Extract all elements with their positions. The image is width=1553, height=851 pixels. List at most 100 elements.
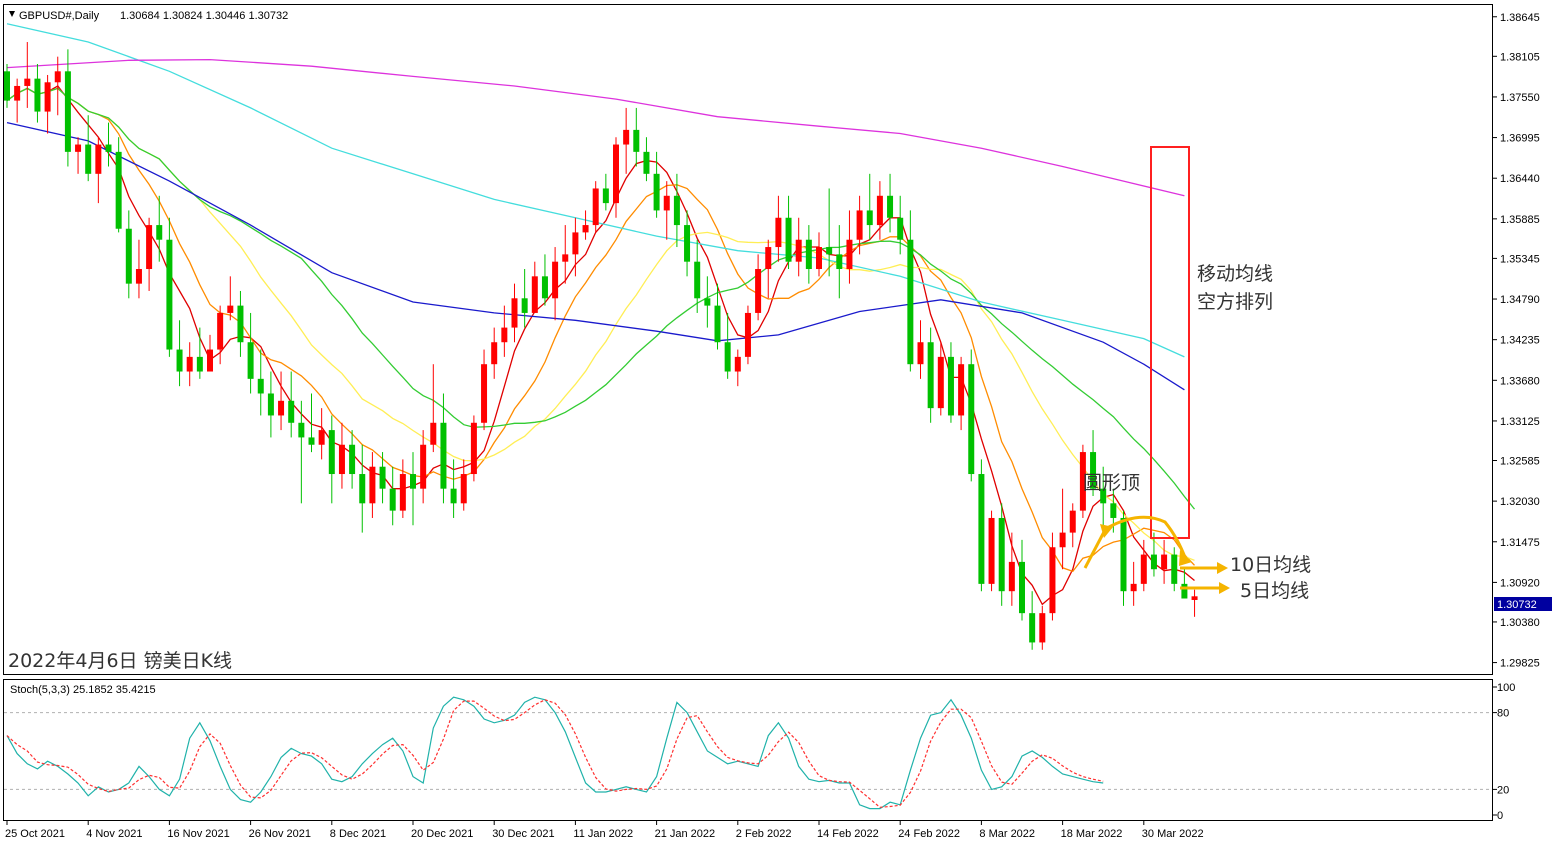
candle-body <box>369 466 376 504</box>
candle-body <box>338 444 345 475</box>
candle-body <box>623 129 630 145</box>
candle-body <box>288 400 295 423</box>
candle-body <box>643 151 650 174</box>
current-price-label: 1.30732 <box>1497 599 1537 611</box>
candle-body <box>937 356 944 409</box>
x-tick-label: 2 Feb 2022 <box>736 828 792 840</box>
candle-body <box>95 144 102 174</box>
candle <box>744 305 751 365</box>
candle-body <box>866 210 873 226</box>
candle-body <box>278 400 285 416</box>
y-tick-label: 1.32585 <box>1500 455 1540 467</box>
candle-body <box>1130 583 1137 592</box>
candle-body <box>135 269 142 284</box>
y-tick-label: 1.32030 <box>1500 496 1540 508</box>
chart-caption: 2022年4月6日 镑美日K线 <box>8 650 232 672</box>
candle-body <box>511 298 518 328</box>
stoch-tick-label: 0 <box>1497 810 1503 822</box>
candle-body <box>846 239 853 270</box>
x-tick-label: 11 Jan 2022 <box>573 828 633 840</box>
candle-body <box>673 195 680 226</box>
candle-body <box>196 356 203 372</box>
candle-body <box>1171 554 1178 584</box>
candle-body <box>1049 547 1056 614</box>
candle-body <box>207 349 213 372</box>
y-tick-label: 1.33125 <box>1500 416 1540 428</box>
candle-body <box>613 144 619 204</box>
candle-body <box>572 232 579 255</box>
stoch-header: Stoch(5,3,3) 25.1852 35.4215 <box>10 684 156 696</box>
candle-body <box>125 228 132 284</box>
x-tick-label: 18 Mar 2022 <box>1061 828 1123 840</box>
y-tick-label: 1.36995 <box>1500 133 1540 145</box>
x-tick-label: 26 Nov 2021 <box>249 828 311 840</box>
candle-body <box>714 305 721 343</box>
y-tick-label: 1.38645 <box>1500 12 1540 24</box>
candle-body <box>44 82 51 112</box>
stoch-panel-frame <box>3 679 1493 821</box>
candle-body <box>349 444 356 475</box>
candle-body <box>552 261 559 299</box>
candle-body <box>531 276 538 313</box>
x-tick-label: 21 Jan 2022 <box>655 828 716 840</box>
candle-body <box>1110 503 1117 518</box>
candle-body <box>267 393 274 416</box>
y-tick-label: 1.35345 <box>1500 253 1540 265</box>
candle-body <box>562 254 569 262</box>
x-tick-label: 4 Nov 2021 <box>86 828 142 840</box>
candle-body <box>968 364 975 475</box>
candle-body <box>470 422 477 475</box>
candle-body <box>186 356 193 372</box>
gbpusd-daily-chart: 1.38645 1.38105 1.37550 1.36995 1.36440 1.358… <box>3 4 1552 840</box>
y-tick-label: 1.30920 <box>1500 577 1540 589</box>
candle-body <box>115 151 122 229</box>
y-tick-label: 1.35885 <box>1500 214 1540 226</box>
candle-body <box>856 210 863 240</box>
ma5-label: 5日均线 <box>1240 580 1309 602</box>
candle-body <box>816 247 822 270</box>
y-tick-label: 1.29825 <box>1500 658 1540 670</box>
y-tick-label: 1.30380 <box>1500 617 1540 629</box>
stoch-tick-label: 100 <box>1497 682 1515 694</box>
candle-body <box>663 195 670 211</box>
candle-body <box>64 71 71 152</box>
candle-body <box>491 342 498 365</box>
candle-body <box>217 312 224 350</box>
x-tick-label: 30 Mar 2022 <box>1142 828 1204 840</box>
candle-body <box>318 430 325 445</box>
candle-body <box>1150 554 1157 570</box>
candle-body <box>897 217 904 240</box>
x-tick-label: 25 Oct 2021 <box>5 828 65 840</box>
y-tick-label: 1.33680 <box>1500 375 1540 387</box>
candle-body <box>1008 561 1015 592</box>
candle-body <box>257 378 264 394</box>
candle-body <box>399 474 406 511</box>
bearish-alignment-line1: 移动均线 <box>1197 263 1273 285</box>
y-tick-label: 1.34790 <box>1500 294 1540 306</box>
candle-body <box>1161 554 1168 570</box>
candle-body <box>826 247 833 255</box>
candle-body <box>1039 613 1046 643</box>
x-tick-label: 8 Dec 2021 <box>330 828 386 840</box>
y-tick-label: 1.38105 <box>1500 51 1540 63</box>
y-tick-label: 1.37550 <box>1500 92 1540 104</box>
candle-body <box>1181 583 1188 599</box>
candle-body <box>775 217 782 248</box>
candle-body <box>917 342 924 365</box>
candle <box>592 181 599 233</box>
x-tick-label: 8 Mar 2022 <box>979 828 1035 840</box>
candle <box>998 503 1005 606</box>
candle-body <box>724 342 731 372</box>
x-tick-label: 14 Feb 2022 <box>817 828 879 840</box>
candle <box>968 349 975 482</box>
ma10-label: 10日均线 <box>1230 554 1311 576</box>
candle-body <box>308 437 315 445</box>
candle-body <box>410 474 416 489</box>
candle-body <box>978 474 985 584</box>
candle-body <box>75 144 82 152</box>
candle-body <box>247 342 254 379</box>
candle-body <box>14 85 21 101</box>
candle-body <box>755 269 762 313</box>
candle-body <box>1059 532 1066 548</box>
candle-body <box>359 474 366 504</box>
